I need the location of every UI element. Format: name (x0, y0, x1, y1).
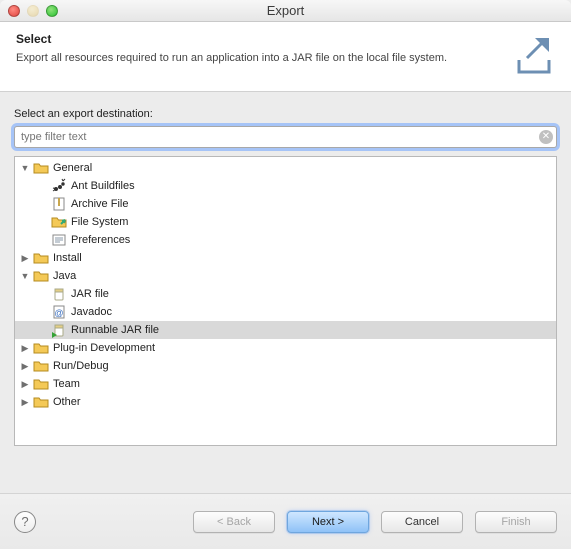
filter-label: Select an export destination: (14, 108, 557, 120)
tree-item[interactable]: ▶ Plug-in Development (15, 339, 556, 357)
wizard-body: Select an export destination: ✕ ▼ General… (0, 92, 571, 456)
help-icon[interactable]: ? (14, 511, 36, 533)
tree-item-label: Run/Debug (51, 360, 109, 372)
folder-icon (33, 358, 49, 374)
tree-item-label: Archive File (69, 198, 128, 210)
tree-item[interactable]: ▼ General (15, 159, 556, 177)
tree-item[interactable]: ▶Archive File (15, 195, 556, 213)
folder-icon (33, 394, 49, 410)
tree-item[interactable]: ▶File System (15, 213, 556, 231)
window-controls (0, 5, 58, 17)
tree-item[interactable]: ▶ Other (15, 393, 556, 411)
minimize-window-button[interactable] (27, 5, 39, 17)
tree-item-label: Preferences (69, 234, 130, 246)
svg-text:@: @ (54, 308, 63, 318)
tree-item-label: Javadoc (69, 306, 112, 318)
tree-item[interactable]: ▶ Install (15, 249, 556, 267)
page-title: Select (16, 32, 555, 46)
button-bar: ? < Back Next > Cancel Finish (0, 493, 571, 549)
collapse-icon[interactable]: ▼ (19, 163, 31, 173)
tree-item[interactable]: ▶ Team (15, 375, 556, 393)
export-banner-icon (511, 32, 557, 78)
tree-item-label: Team (51, 378, 80, 390)
tree-item[interactable]: ▶JAR file (15, 285, 556, 303)
tree-item[interactable]: ▼ Java (15, 267, 556, 285)
tree-item[interactable]: ▶ Run/Debug (15, 357, 556, 375)
fs-icon (51, 214, 67, 230)
zoom-window-button[interactable] (46, 5, 58, 17)
tree-item[interactable]: ▶@Javadoc (15, 303, 556, 321)
tree-item-label: Runnable JAR file (69, 324, 159, 336)
tree-item-label: JAR file (69, 288, 109, 300)
filter-input[interactable] (14, 126, 557, 148)
prefs-icon (51, 232, 67, 248)
folder-icon (33, 340, 49, 356)
javadoc-icon: @ (51, 304, 67, 320)
tree-item-label: Java (51, 270, 76, 282)
clear-filter-icon[interactable]: ✕ (539, 130, 553, 144)
cancel-button[interactable]: Cancel (381, 511, 463, 533)
tree-item-label: Install (51, 252, 82, 264)
folder-icon (33, 268, 49, 284)
page-subtitle: Export all resources required to run an … (16, 52, 555, 64)
folder-icon (33, 376, 49, 392)
tree-item[interactable]: ▶Ant Buildfiles (15, 177, 556, 195)
tree-item-label: Ant Buildfiles (69, 180, 135, 192)
tree-item[interactable]: ▶Runnable JAR file (15, 321, 556, 339)
finish-button[interactable]: Finish (475, 511, 557, 533)
export-tree[interactable]: ▼General▶Ant Buildfiles▶Archive File▶Fil… (14, 156, 557, 446)
expand-icon[interactable]: ▶ (19, 397, 31, 408)
ant-icon (51, 178, 67, 194)
tree-item-label: General (51, 162, 92, 174)
archive-icon (51, 196, 67, 212)
tree-item-label: Other (51, 396, 81, 408)
window-title: Export (0, 3, 571, 18)
expand-icon[interactable]: ▶ (19, 379, 31, 390)
title-bar: Export (0, 0, 571, 22)
folder-icon (33, 160, 49, 176)
next-button[interactable]: Next > (287, 511, 369, 533)
wizard-header: Select Export all resources required to … (0, 22, 571, 92)
close-window-button[interactable] (8, 5, 20, 17)
collapse-icon[interactable]: ▼ (19, 271, 31, 281)
tree-item-label: Plug-in Development (51, 342, 155, 354)
tree-item-label: File System (69, 216, 128, 228)
jar-icon (51, 286, 67, 302)
expand-icon[interactable]: ▶ (19, 343, 31, 354)
folder-icon (33, 250, 49, 266)
runjar-icon (51, 322, 67, 338)
expand-icon[interactable]: ▶ (19, 361, 31, 372)
back-button[interactable]: < Back (193, 511, 275, 533)
expand-icon[interactable]: ▶ (19, 253, 31, 264)
tree-item[interactable]: ▶Preferences (15, 231, 556, 249)
